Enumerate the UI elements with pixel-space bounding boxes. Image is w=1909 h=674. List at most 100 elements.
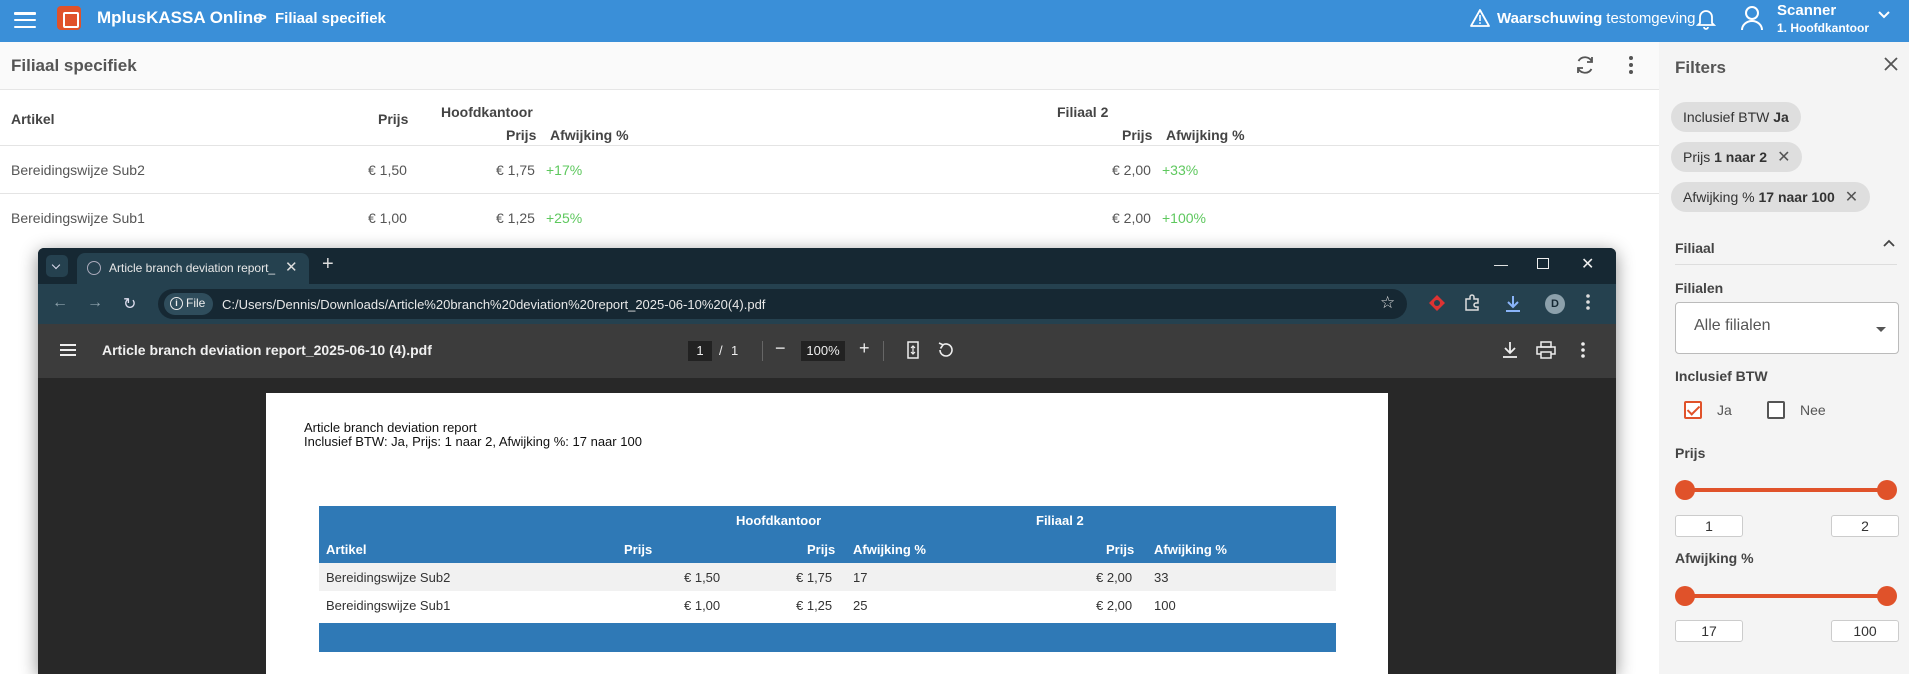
top-bar: MplusKASSA Online > Filiaal specifiek Wa… (0, 0, 1909, 42)
pdf-report-subtitle: Inclusief BTW: Ja, Prijs: 1 naar 2, Afwi… (304, 434, 642, 449)
chip-value: 17 naar 100 (1758, 189, 1835, 205)
pdf-more-icon[interactable] (1580, 341, 1586, 359)
menu-icon[interactable] (14, 9, 36, 31)
rotate-icon[interactable] (936, 341, 954, 359)
pdf-page: Article branch deviation report Inclusie… (266, 393, 1388, 674)
browser-window: Article branch deviation report_ ✕ + — ✕… (38, 248, 1616, 674)
back-icon[interactable]: ← (52, 294, 68, 312)
maximize-icon[interactable] (1537, 258, 1549, 269)
row1-artikel[interactable]: Bereidingswijze Sub2 (11, 162, 145, 178)
user-icon[interactable] (1740, 5, 1764, 31)
fit-page-icon[interactable] (907, 341, 919, 359)
forward-icon[interactable]: → (87, 294, 103, 312)
afwijking-max-input[interactable]: 100 (1831, 620, 1899, 642)
row2-b1-afwijking: +25% (546, 210, 583, 226)
section-filiaal[interactable]: Filiaal (1675, 239, 1897, 265)
pdf-toolbar: Article branch deviation report_2025-06-… (38, 324, 1616, 378)
pdf-cell-b1-afwijking: 25 (853, 598, 868, 613)
pdf-cell-artikel: Bereidingswijze Sub2 (326, 570, 451, 585)
tab-search-icon[interactable] (46, 255, 68, 277)
tab-close-icon[interactable]: ✕ (285, 258, 298, 276)
pdf-col-b1-prijs: Prijs (807, 542, 836, 557)
logo-icon[interactable] (57, 6, 81, 30)
browser-tab[interactable]: Article branch deviation report_ ✕ (77, 253, 309, 284)
pdf-cell-b1-afwijking: 17 (853, 570, 868, 585)
prijs-min-input[interactable]: 1 (1675, 515, 1743, 537)
print-icon[interactable] (1536, 341, 1556, 359)
filialen-select[interactable]: Alle filialen (1675, 302, 1899, 354)
refresh-icon[interactable] (1574, 54, 1596, 76)
file-chip[interactable]: File (164, 293, 214, 315)
btw-ja-label[interactable]: Ja (1717, 402, 1732, 418)
new-tab-icon[interactable]: + (322, 253, 334, 276)
chip-value: Ja (1773, 109, 1789, 125)
pdf-table-row: Bereidingswijze Sub1 € 1,00 € 1,25 25 € … (319, 591, 1336, 619)
filialen-value: Alle filialen (1694, 317, 1771, 334)
btw-label: Inclusief BTW (1675, 368, 1768, 384)
afwijking-slider-min-handle[interactable] (1675, 586, 1695, 606)
col-branch1-afwijking[interactable]: Afwijking % (550, 127, 629, 143)
chip-label: Afwijking % (1683, 189, 1755, 205)
pdf-cell-b2-prijs: € 2,00 (1096, 598, 1133, 613)
filter-chip-btw[interactable]: Inclusief BTW Ja (1671, 102, 1801, 132)
chip-remove-icon[interactable]: ✕ (1777, 147, 1790, 167)
zoom-in-button[interactable]: + (859, 338, 870, 359)
warning-icon (1470, 9, 1490, 27)
extension-red-icon[interactable] (1428, 294, 1446, 312)
more-vertical-icon[interactable] (1627, 54, 1635, 76)
row2-artikel[interactable]: Bereidingswijze Sub1 (11, 210, 145, 226)
col-branch2-prijs[interactable]: Prijs (1122, 127, 1152, 143)
col-prijs[interactable]: Prijs (378, 111, 408, 127)
page-number-input[interactable]: 1 (688, 341, 712, 361)
zoom-level-input[interactable]: 100% (801, 341, 845, 361)
bookmark-star-icon[interactable]: ☆ (1380, 293, 1395, 313)
user-name[interactable]: Scanner (1777, 2, 1836, 19)
app-name[interactable]: MplusKASSA Online (97, 8, 263, 28)
filter-chip-prijs[interactable]: Prijs 1 naar 2 ✕ (1671, 142, 1803, 172)
window-close-icon[interactable]: ✕ (1581, 254, 1594, 274)
btw-nee-label[interactable]: Nee (1800, 402, 1826, 418)
afwijking-min-input[interactable]: 17 (1675, 620, 1743, 642)
filter-chip-afwijking[interactable]: Afwijking % 17 naar 100 ✕ (1671, 182, 1871, 212)
pdf-cell-prijs: € 1,00 (684, 598, 721, 613)
breadcrumb-current: Filiaal specifiek (275, 10, 386, 27)
download-icon[interactable] (1504, 294, 1522, 314)
zoom-out-button[interactable]: − (775, 338, 786, 359)
pdf-cell-prijs: € 1,50 (684, 570, 721, 585)
pdf-col-prijs: Prijs (624, 542, 653, 557)
btw-ja-checkbox[interactable] (1684, 401, 1702, 419)
prijs-slider-max-handle[interactable] (1877, 480, 1897, 500)
pdf-cell-b2-afwijking: 100 (1154, 598, 1176, 613)
prijs-max-input[interactable]: 2 (1831, 515, 1899, 537)
profile-avatar[interactable]: D (1545, 294, 1565, 314)
bell-icon[interactable] (1696, 8, 1716, 30)
pdf-table: Hoofdkantoor Filiaal 2 Artikel Prijs Pri… (319, 506, 1336, 652)
row1-b2-afwijking: +33% (1162, 162, 1199, 178)
close-icon[interactable] (1883, 56, 1899, 72)
afwijking-slider-track[interactable] (1684, 594, 1886, 598)
extensions-puzzle-icon[interactable] (1463, 294, 1481, 312)
chevron-down-icon[interactable] (1877, 10, 1891, 20)
pdf-download-icon[interactable] (1502, 341, 1518, 359)
btw-nee-checkbox[interactable] (1767, 401, 1785, 419)
afwijking-slider-max-handle[interactable] (1877, 586, 1897, 606)
chevron-up-icon[interactable] (1883, 239, 1895, 249)
col-branch2-afwijking[interactable]: Afwijking % (1166, 127, 1245, 143)
prijs-slider-min-handle[interactable] (1675, 480, 1695, 500)
url-text[interactable]: C:/Users/Dennis/Downloads/Article%20bran… (222, 297, 765, 312)
col-branch1-prijs[interactable]: Prijs (506, 127, 536, 143)
prijs-slider-track[interactable] (1684, 488, 1886, 492)
col-artikel[interactable]: Artikel (11, 111, 55, 127)
afwijking-label: Afwijking % (1675, 550, 1754, 566)
user-branch[interactable]: 1. Hoofdkantoor (1777, 21, 1869, 35)
omnibox[interactable]: File C:/Users/Dennis/Downloads/Article%2… (158, 289, 1407, 319)
chip-remove-icon[interactable]: ✕ (1845, 187, 1858, 207)
reload-icon[interactable]: ↻ (123, 294, 136, 314)
section-filiaal-label: Filiaal (1675, 240, 1715, 256)
minimize-icon[interactable]: — (1494, 256, 1508, 272)
pdf-report-title: Article branch deviation report (304, 420, 477, 435)
page-header: Filiaal specifiek (0, 42, 1659, 90)
warning-text: testomgeving (1606, 9, 1696, 27)
pdf-sidebar-menu-icon[interactable] (60, 344, 76, 356)
browser-menu-icon[interactable] (1585, 293, 1591, 311)
